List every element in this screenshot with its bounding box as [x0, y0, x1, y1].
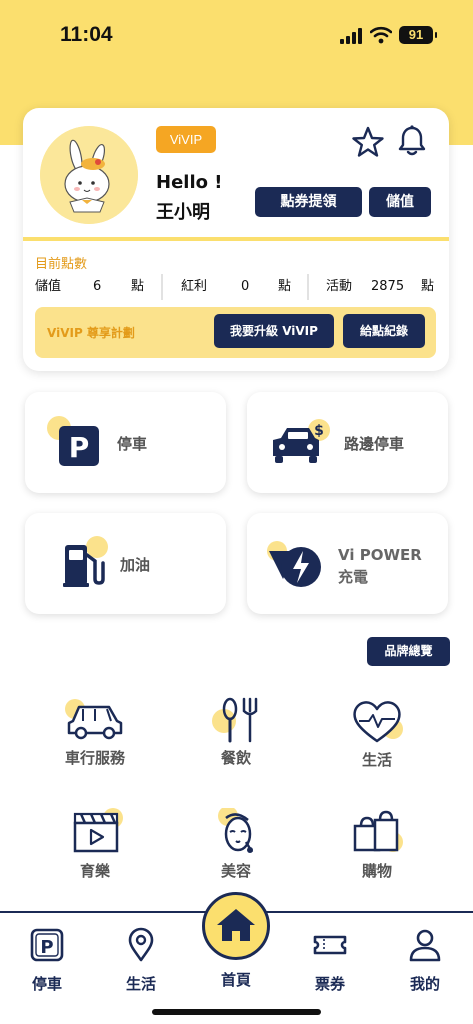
brand-overview-button[interactable]: 品牌總覽: [367, 637, 450, 666]
home-indicator: [152, 1009, 321, 1015]
svg-text:P: P: [69, 431, 90, 464]
rabbit-avatar-icon: [40, 126, 138, 224]
member-card: ViVIP Hello ! 王小明 點券提領 儲值 目前點數 儲值 6 點 紅利…: [23, 108, 449, 371]
beauty-face-icon: [218, 808, 254, 853]
fuel-pump-icon: [63, 536, 108, 587]
parking-label: 停車: [117, 435, 148, 453]
points-label-bonus: 紅利: [181, 279, 208, 294]
status-bar: 11:04 91: [0, 0, 473, 70]
points-unit-bonus: 點: [278, 279, 292, 294]
category-label: 生活: [361, 751, 392, 769]
top-up-button[interactable]: 儲值: [369, 187, 431, 217]
points-unit-event: 點: [421, 279, 435, 294]
upgrade-vivip-button[interactable]: 我要升級 ViVIP: [214, 314, 334, 348]
wifi-icon: [370, 26, 392, 44]
points-record-button[interactable]: 給點紀錄: [343, 314, 425, 348]
points-label-event: 活動: [326, 279, 353, 294]
category-dining[interactable]: 餐飲: [186, 695, 286, 785]
nav-parking[interactable]: P 停車: [12, 927, 82, 997]
home-icon: [217, 909, 255, 941]
parking-nav-icon: P: [30, 928, 64, 962]
status-time: 11:04: [60, 23, 113, 46]
points-separator: [307, 274, 309, 300]
points-value-event: 2875: [371, 279, 405, 294]
avatar[interactable]: [40, 126, 138, 224]
street-parking-car-icon: $: [273, 419, 330, 463]
vipower-charge-icon: [267, 541, 321, 587]
car-icon: [65, 699, 123, 740]
category-entertainment[interactable]: 育樂: [45, 808, 145, 898]
map-pin-icon: [128, 927, 154, 962]
vip-plan-label: ViVIP 尊享計劃: [47, 326, 135, 340]
vip-plan-bar: ViVIP 尊享計劃 我要升級 ViVIP 給點紀錄: [35, 307, 436, 358]
signal-icon: [340, 28, 362, 44]
points-unit-stored: 點: [131, 279, 145, 294]
clapperboard-icon: [73, 808, 123, 853]
parking-icon: P: [47, 416, 99, 466]
heart-pulse-icon: [353, 701, 403, 743]
battery-icon: 91: [399, 26, 437, 44]
nav-tickets-label: 票券: [314, 975, 345, 993]
cutlery-icon: [212, 697, 258, 743]
points-separator: [161, 274, 163, 300]
category-label: 購物: [361, 862, 392, 880]
category-label: 餐飲: [220, 749, 251, 767]
fuel-label: 加油: [120, 556, 151, 574]
vipower-charge-label: 充電: [338, 568, 369, 586]
points-row: 儲值 6 點 紅利 0 點 活動 2875 點: [35, 274, 439, 300]
notification-bell-icon[interactable]: [397, 124, 427, 158]
redeem-points-button[interactable]: 點券提領: [255, 187, 362, 217]
greeting-text: Hello !: [156, 172, 223, 193]
card-divider: [23, 237, 449, 241]
category-shopping[interactable]: 購物: [327, 808, 427, 898]
category-beauty[interactable]: 美容: [186, 808, 286, 898]
nav-life-label: 生活: [125, 975, 156, 993]
vipower-tile[interactable]: Vi POWER 充電: [247, 513, 448, 614]
fuel-tile[interactable]: 加油: [25, 513, 226, 614]
shopping-bag-icon: [353, 810, 403, 852]
category-label: 車行服務: [64, 749, 125, 767]
user-name: 王小明: [156, 202, 210, 223]
nav-me-label: 我的: [409, 975, 440, 993]
points-value-stored: 6: [93, 279, 102, 294]
nav-me[interactable]: 我的: [390, 927, 460, 997]
category-label: 育樂: [79, 862, 110, 880]
category-car-service[interactable]: 車行服務: [45, 695, 145, 785]
street-parking-tile[interactable]: $ 路邊停車: [247, 392, 448, 493]
parking-tile[interactable]: P 停車: [25, 392, 226, 493]
nav-parking-label: 停車: [31, 975, 62, 993]
svg-text:$: $: [314, 423, 324, 439]
street-parking-label: 路邊停車: [344, 435, 405, 453]
category-life[interactable]: 生活: [327, 697, 427, 787]
points-label-stored: 儲值: [35, 279, 62, 294]
points-value-bonus: 0: [241, 279, 250, 294]
vipower-label: Vi POWER: [338, 546, 422, 564]
category-label: 美容: [220, 862, 251, 880]
ticket-icon: [313, 935, 347, 955]
svg-text:P: P: [40, 937, 53, 958]
nav-tickets[interactable]: 票券: [295, 927, 365, 997]
favorite-star-icon[interactable]: [351, 125, 385, 159]
nav-home-label: 首頁: [220, 971, 251, 989]
user-profile-icon: [409, 929, 441, 962]
nav-life[interactable]: 生活: [106, 927, 176, 997]
points-title: 目前點數: [35, 257, 88, 272]
vip-badge: ViVIP: [156, 126, 216, 153]
nav-home[interactable]: [202, 892, 270, 960]
